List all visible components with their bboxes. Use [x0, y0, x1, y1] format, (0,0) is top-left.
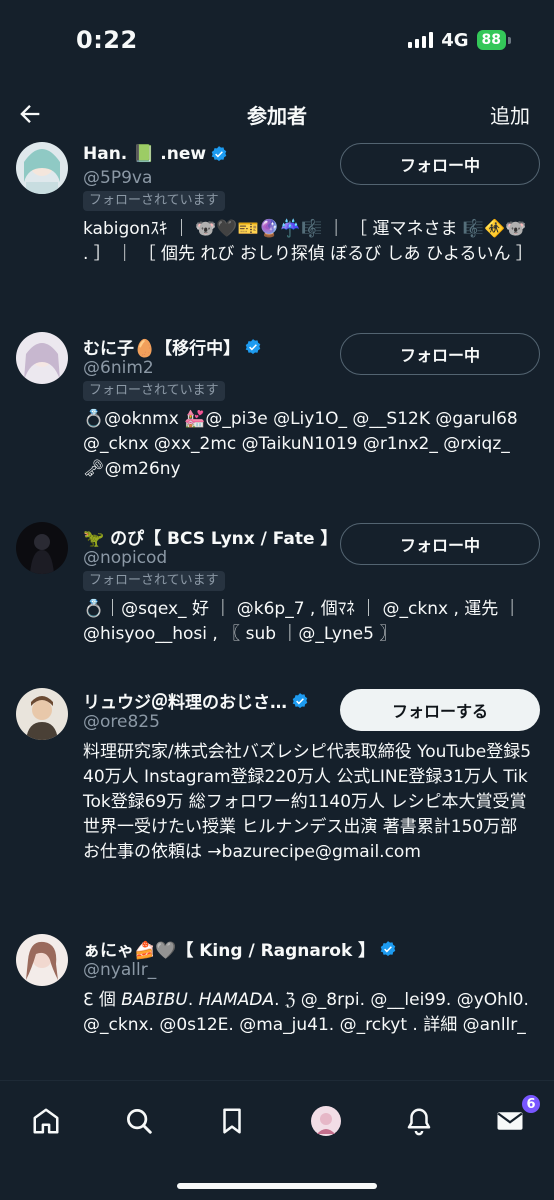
avatar[interactable] [16, 142, 68, 194]
user-bio: 💍@oknmx 💒@_pi3e @Liy1O_ @__S12K @garul68… [83, 409, 518, 479]
status-indicators: 4G 88 [408, 29, 512, 51]
user-name-text: むに子🥚【移行中】 [83, 339, 241, 359]
user-bio: kabigonｽｷ ｜ 🐨🖤🎫🔮☔️🎼 ｜ ［ 運マネさま 🎼🚸🐨 . ］ ｜ … [83, 219, 533, 264]
user-name-text: Han. 📗 .new [83, 144, 207, 164]
user-handle: @6nim2 [83, 358, 154, 378]
verified-badge-icon [211, 146, 227, 161]
user-name-text: 🦖 のぴ【 BCS Lynx / Fate 】 [83, 529, 338, 549]
signal-icon [408, 32, 434, 48]
status-bar: 0:22 4G 88 [0, 0, 554, 80]
mail-icon [497, 1112, 523, 1130]
user-name: 🦖 のぴ【 BCS Lynx / Fate 】 [83, 524, 337, 549]
verified-badge-icon [380, 940, 396, 956]
follow-button[interactable]: フォローする [340, 689, 540, 731]
add-button[interactable]: 追加 [490, 100, 530, 129]
message-count-badge: 6 [520, 1093, 542, 1115]
verified-badge-icon [292, 692, 308, 708]
tab-notifications[interactable] [399, 1101, 439, 1141]
tab-profile[interactable] [306, 1101, 346, 1141]
user-handle: @ore825 [83, 712, 160, 732]
network-label: 4G [441, 29, 469, 51]
user-bio: 💍｜@sqex_ 好 ｜ @k6p_7 , 個ﾏﾈ ｜ @_cknx , 運先 … [83, 599, 521, 644]
search-icon [127, 1109, 152, 1134]
user-name: Han. 📗 .new [83, 144, 228, 164]
user-name: ぁにゃ🍰🩶【 King / Ragnarok 】 [83, 936, 397, 961]
following-button[interactable]: フォロー中 [340, 333, 540, 375]
status-time: 0:22 [76, 26, 138, 54]
verified-badge-icon [245, 338, 261, 354]
following-button[interactable]: フォロー中 [340, 143, 540, 185]
bottom-tab-bar: 6 [0, 1080, 554, 1200]
bookmark-icon [223, 1108, 241, 1134]
home-indicator [177, 1183, 377, 1189]
following-button[interactable]: フォロー中 [340, 523, 540, 565]
user-bio: 料理研究家/株式会社バズレシピ代表取締役 YouTube登録540万人 Inst… [83, 742, 532, 862]
tab-bookmarks[interactable] [212, 1101, 252, 1141]
user-handle: @nyallr_ [83, 960, 157, 980]
battery-icon: 88 [476, 30, 512, 50]
tab-messages[interactable]: 6 [490, 1093, 542, 1141]
page-title: 参加者 [247, 103, 307, 128]
home-icon [33, 1108, 59, 1134]
profile-avatar [311, 1106, 341, 1136]
header: 参加者 追加 [0, 88, 554, 140]
follows-you-badge: フォローされています [83, 191, 225, 211]
avatar[interactable] [16, 688, 68, 740]
bell-icon [407, 1108, 431, 1136]
follows-you-badge: フォローされています [83, 381, 225, 401]
avatar[interactable] [16, 934, 68, 986]
user-bio: ℇ 個 𝘉𝘈𝘉𝘐𝘉𝘜. 𝘏𝘈𝘔𝘈𝘋𝘈. ℨ @_8rpi. @__lei99. … [83, 990, 529, 1035]
follows-you-badge: フォローされています [83, 571, 225, 591]
user-handle: @5P9va [83, 168, 153, 188]
back-arrow-icon [20, 105, 40, 123]
user-name-text: ぁにゃ🍰🩶【 King / Ragnarok 】 [83, 941, 376, 961]
user-name-text: リュウジ＠料理のおじさ… [83, 693, 287, 713]
user-name: むに子🥚【移行中】 [83, 334, 262, 359]
avatar[interactable] [16, 522, 68, 574]
tab-home[interactable] [26, 1101, 66, 1141]
avatar[interactable] [16, 332, 68, 384]
back-button[interactable] [14, 98, 46, 130]
tab-search[interactable] [119, 1101, 159, 1141]
user-name: リュウジ＠料理のおじさ… [83, 688, 309, 713]
user-handle: @nopicod [83, 548, 168, 568]
